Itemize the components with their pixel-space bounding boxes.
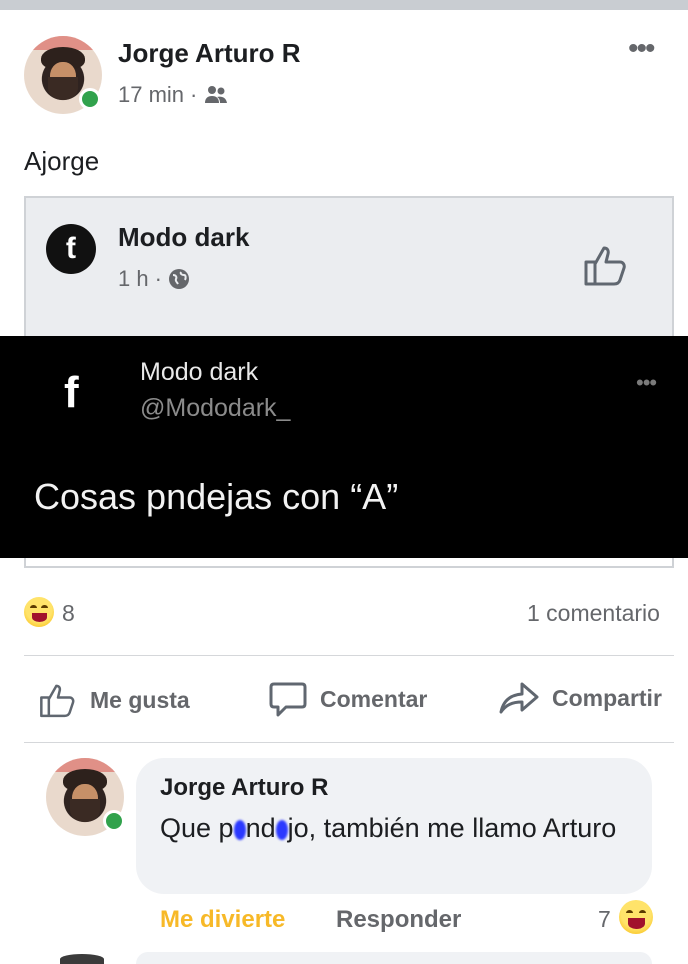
comment-haha-icon[interactable] <box>619 900 653 934</box>
comment-reaction-count[interactable]: 7 <box>598 906 611 933</box>
reaction-count[interactable]: 8 <box>62 600 75 627</box>
image-more-icon: ••• <box>636 370 657 395</box>
shared-like-icon[interactable] <box>582 242 630 288</box>
comment-text-start: Que p <box>160 813 234 843</box>
divider <box>24 742 674 743</box>
friends-icon <box>205 86 228 103</box>
meta-separator: · <box>190 82 198 107</box>
shared-post-image[interactable] <box>0 336 688 558</box>
commenter-online-indicator <box>103 810 125 832</box>
share-icon <box>499 682 539 714</box>
comment-text: Que p nd jo, también me llamo Arturo <box>160 810 630 846</box>
comment-reaction-button[interactable]: Me divierte <box>160 906 285 934</box>
like-label: Me gusta <box>90 686 190 713</box>
comment-author-name[interactable]: Jorge Arturo R <box>160 774 328 802</box>
reply-button[interactable]: Responder <box>336 906 461 934</box>
image-caption: Cosas pndejas con “A” <box>34 476 399 517</box>
globe-icon <box>168 269 189 289</box>
comment-icon <box>269 682 307 717</box>
shared-post-meta: 1 h · <box>118 266 190 292</box>
next-comment-peek <box>0 950 688 964</box>
post-options-icon[interactable]: ••• <box>628 34 655 64</box>
post-author-name[interactable]: Jorge Arturo R <box>118 38 301 69</box>
page-logo-icon[interactable]: ƭ <box>46 224 96 274</box>
share-button[interactable]: Compartir <box>498 680 662 716</box>
divider <box>24 655 674 656</box>
post-time[interactable]: 17 min <box>118 82 184 108</box>
image-account-handle: @Mododark_ <box>140 394 291 422</box>
shared-post-header: ƭ Modo dark 1 h · <box>26 198 672 336</box>
meta-separator: · <box>154 266 162 291</box>
comment-count[interactable]: 1 comentario <box>527 600 660 627</box>
comment-button[interactable]: Comentar <box>268 680 427 718</box>
post-text: Ajorge <box>24 146 100 176</box>
censor-blot <box>275 819 288 840</box>
censor-blot <box>233 819 246 840</box>
facebook-logo-icon: f <box>64 368 79 417</box>
top-status-strip <box>0 0 688 10</box>
comment-label: Comentar <box>320 685 428 712</box>
shared-post-time[interactable]: 1 h <box>118 266 149 292</box>
shared-page-name[interactable]: Modo dark <box>118 222 249 253</box>
online-indicator <box>79 88 101 110</box>
comment-text-end: jo, también me llamo Arturo <box>287 813 617 843</box>
post-meta: 17 min · <box>118 82 229 108</box>
like-button[interactable]: Me gusta <box>38 680 190 720</box>
like-icon <box>40 684 75 718</box>
shared-post-bottom <box>24 558 674 568</box>
haha-reaction-icon[interactable] <box>24 597 54 627</box>
comment-text-mid: nd <box>245 813 276 843</box>
image-account-name: Modo dark <box>140 358 259 386</box>
share-label: Compartir <box>552 684 662 711</box>
